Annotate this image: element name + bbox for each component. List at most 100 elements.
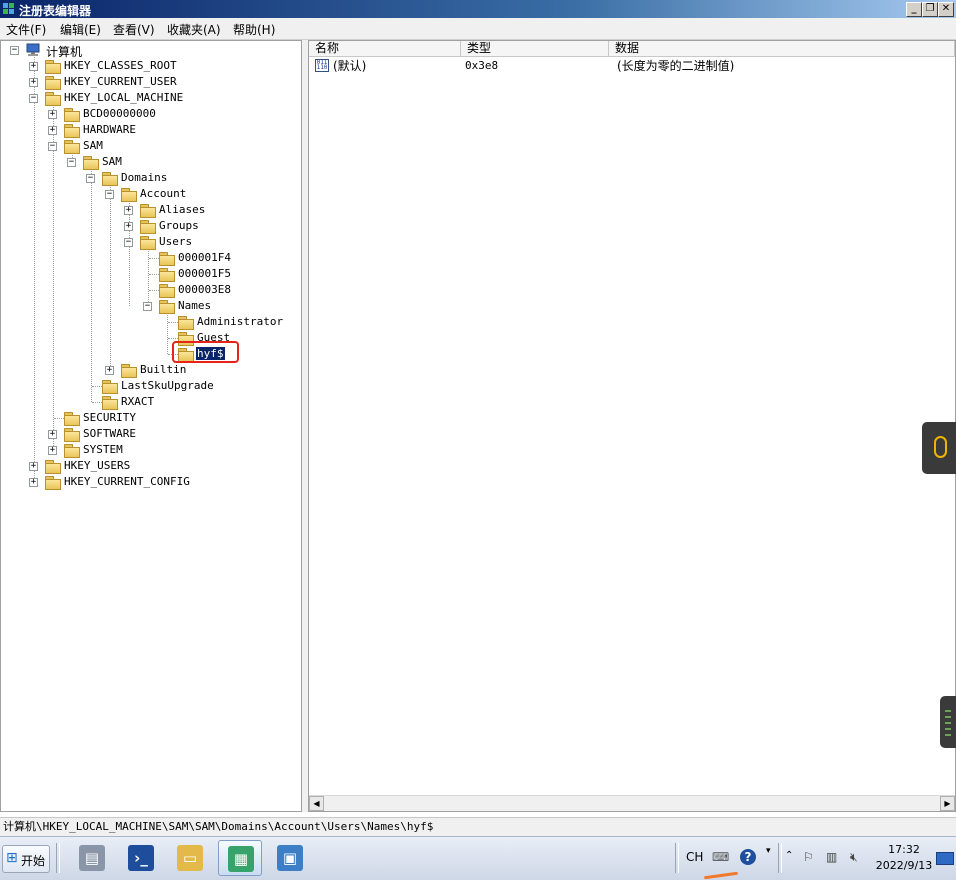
tree-node-hklm[interactable]: − HKEY_LOCAL_MACHINE <box>1 90 301 106</box>
side-grip-handle[interactable] <box>940 696 956 748</box>
collapse-toggle[interactable]: − <box>124 238 133 247</box>
keyboard-icon[interactable]: ⌨ <box>712 850 729 864</box>
tree-label: 000001F4 <box>178 251 231 264</box>
tree-node-software[interactable]: + SOFTWARE <box>1 426 301 442</box>
horizontal-scrollbar[interactable]: ◀ ▶ <box>309 795 955 811</box>
tree-label: HKEY_CLASSES_ROOT <box>64 59 177 72</box>
tree-node-domains[interactable]: − Domains <box>1 170 301 186</box>
language-indicator[interactable]: CH <box>686 850 703 864</box>
folder-icon <box>64 444 80 458</box>
menu-bar: 文件(F) 编辑(E) 查看(V) 收藏夹(A) 帮助(H) <box>0 18 956 40</box>
tree-node-sam[interactable]: − SAM <box>1 138 301 154</box>
folder-icon <box>159 268 175 282</box>
volume-muted-icon[interactable]: 🔇︎ <box>850 850 858 865</box>
tree-node-account[interactable]: − Account <box>1 186 301 202</box>
column-header-name[interactable]: 名称 <box>309 41 461 57</box>
value-list[interactable]: 名称 类型 数据 011 110 (默认) 0x3e8 (长度为零的二进制值) ◀… <box>308 40 956 812</box>
taskbar: ⊞ 开始 ▤ ›_ ▭ ▦ ▣ CH ⌨ ? ▾ ⌃ ⚐ ▥ 🔇︎ 17:32 … <box>0 836 956 880</box>
tree-node-users[interactable]: − Users <box>1 234 301 250</box>
folder-icon <box>45 60 61 74</box>
scroll-right-icon[interactable]: ▶ <box>940 796 955 811</box>
regedit-icon: ▦ <box>228 846 254 872</box>
show-desktop-icon[interactable] <box>936 852 954 865</box>
value-type: 0x3e8 <box>465 59 499 72</box>
expand-toggle[interactable]: + <box>48 126 57 135</box>
action-center-flag-icon[interactable]: ⚐ <box>803 850 814 864</box>
expand-toggle[interactable]: + <box>29 478 38 487</box>
close-button[interactable]: ✕ <box>938 2 954 17</box>
tree-node-hkcr[interactable]: + HKEY_CLASSES_ROOT <box>1 58 301 74</box>
tree-node-security[interactable]: SECURITY <box>1 410 301 426</box>
expand-toggle[interactable]: + <box>29 462 38 471</box>
taskbar-server-manager[interactable]: ▤ <box>70 840 114 876</box>
collapse-toggle[interactable]: − <box>105 190 114 199</box>
tree-node-computer[interactable]: − 计算机 <box>1 42 301 59</box>
folder-open-icon <box>159 300 175 314</box>
tree-node-sam-sub[interactable]: − SAM <box>1 154 301 170</box>
expand-toggle[interactable]: + <box>124 222 133 231</box>
tree-node-names[interactable]: − Names <box>1 298 301 314</box>
expand-toggle[interactable]: + <box>105 366 114 375</box>
mouse-sidebar-tab[interactable] <box>922 422 956 474</box>
expand-toggle[interactable]: + <box>124 206 133 215</box>
expand-toggle[interactable]: + <box>48 446 57 455</box>
key-tree[interactable]: − 计算机 + HKEY_CLASSES_ROOT + HKEY_CURRENT… <box>0 40 302 812</box>
tree-node-hardware[interactable]: + HARDWARE <box>1 122 301 138</box>
binary-value-icon: 011 110 <box>315 59 329 72</box>
tree-node-lastsku[interactable]: LastSkuUpgrade <box>1 378 301 394</box>
collapse-toggle[interactable]: − <box>29 94 38 103</box>
tree-node-hyf[interactable]: hyf$ <box>1 346 301 362</box>
tree-node-hku[interactable]: + HKEY_USERS <box>1 458 301 474</box>
tree-node-bcd[interactable]: + BCD00000000 <box>1 106 301 122</box>
tree-label: Domains <box>121 171 168 184</box>
taskbar-explorer[interactable]: ▭ <box>168 840 212 876</box>
tree-node-builtin[interactable]: + Builtin <box>1 362 301 378</box>
windows-flag-icon: ⊞ <box>6 850 18 866</box>
tree-node-user-1f4[interactable]: 000001F4 <box>1 250 301 266</box>
folder-icon <box>178 316 194 330</box>
collapse-toggle[interactable]: − <box>67 158 76 167</box>
tree-node-user-3e8[interactable]: 000003E8 <box>1 282 301 298</box>
tree-node-user-1f5[interactable]: 000001F5 <box>1 266 301 282</box>
tree-label: RXACT <box>121 395 155 408</box>
taskbar-control-panel[interactable]: ▣ <box>268 840 312 876</box>
tree-label: Administrator <box>197 315 284 328</box>
show-hidden-icons-icon[interactable]: ⌃ <box>785 850 793 861</box>
menu-edit[interactable]: 编辑(E) <box>60 21 101 38</box>
collapse-toggle[interactable]: − <box>48 142 57 151</box>
column-header-data[interactable]: 数据 <box>609 41 955 57</box>
taskbar-regedit[interactable]: ▦ <box>218 840 262 876</box>
tree-label: SYSTEM <box>83 443 123 456</box>
tree-label: SOFTWARE <box>83 427 136 440</box>
collapse-toggle[interactable]: − <box>10 46 19 55</box>
tree-node-hkcc[interactable]: + HKEY_CURRENT_CONFIG <box>1 474 301 490</box>
help-icon[interactable]: ? <box>740 849 756 865</box>
start-button[interactable]: ⊞ 开始 <box>2 845 50 873</box>
tree-node-system[interactable]: + SYSTEM <box>1 442 301 458</box>
tree-node-aliases[interactable]: + Aliases <box>1 202 301 218</box>
tree-node-rxact[interactable]: RXACT <box>1 394 301 410</box>
menu-file[interactable]: 文件(F) <box>6 21 46 38</box>
tree-node-groups[interactable]: + Groups <box>1 218 301 234</box>
network-icon[interactable]: ▥ <box>826 850 837 864</box>
menu-favorites[interactable]: 收藏夹(A) <box>167 21 221 38</box>
expand-toggle[interactable]: + <box>48 430 57 439</box>
menu-help[interactable]: 帮助(H) <box>233 21 275 38</box>
restore-button[interactable]: ❐ <box>922 2 938 17</box>
tree-node-hkcu[interactable]: + HKEY_CURRENT_USER <box>1 74 301 90</box>
clock[interactable]: 17:32 2022/9/13 <box>872 842 936 874</box>
collapse-toggle[interactable]: − <box>143 302 152 311</box>
folder-icon <box>121 364 137 378</box>
scroll-left-icon[interactable]: ◀ <box>309 796 324 811</box>
minimize-button[interactable]: _ <box>906 2 922 17</box>
language-options-icon[interactable]: ▾ <box>766 846 771 856</box>
menu-view[interactable]: 查看(V) <box>113 21 155 38</box>
column-header-type[interactable]: 类型 <box>461 41 609 57</box>
collapse-toggle[interactable]: − <box>86 174 95 183</box>
tree-node-administrator[interactable]: Administrator <box>1 314 301 330</box>
expand-toggle[interactable]: + <box>29 62 38 71</box>
tree-node-guest[interactable]: Guest <box>1 330 301 346</box>
expand-toggle[interactable]: + <box>48 110 57 119</box>
taskbar-powershell[interactable]: ›_ <box>119 840 163 876</box>
expand-toggle[interactable]: + <box>29 78 38 87</box>
